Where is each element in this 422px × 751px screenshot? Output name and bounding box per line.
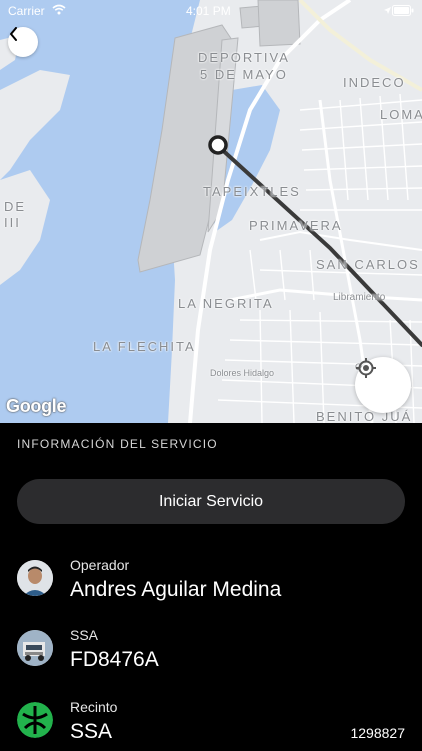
status-time: 4:01 PM [186, 4, 231, 18]
facility-name: SSA [70, 720, 113, 743]
map-label: LOMA [380, 107, 422, 122]
chevron-left-icon [10, 27, 17, 41]
battery-icon [392, 5, 414, 16]
map-label: PRIMAVERA [249, 218, 343, 233]
vehicle-plate: FD8476A [70, 648, 159, 671]
map-label: LA NEGRITA [178, 296, 274, 311]
map-label: III [4, 215, 21, 230]
vehicle-row: SSA FD8476A [0, 619, 422, 679]
operator-row: Operador Andres Aguilar Medina [0, 549, 422, 609]
back-button[interactable] [8, 27, 38, 57]
driver-avatar-icon [17, 560, 53, 596]
map-label: DEPORTIVA [198, 50, 290, 65]
map-road-label: Libramiento [333, 292, 386, 303]
map-label: DE [4, 199, 27, 214]
ssa-logo-icon [17, 702, 53, 738]
vehicle-label: SSA [70, 627, 99, 643]
map-view[interactable]: DEPORTIVA 5 DE MAYO INDECO LOMA TAPEIXTL… [0, 0, 422, 423]
map-label: SAN CARLOS [316, 257, 420, 272]
map-road-label: Dolores Hidalgo [210, 368, 275, 378]
facility-code: 1298827 [350, 725, 405, 741]
map-label: LA FLECHITA [93, 339, 196, 354]
operator-label: Operador [70, 557, 130, 573]
my-location-button[interactable] [355, 357, 411, 413]
map-label: 5 DE MAYO [200, 67, 288, 82]
location-arrow-icon [384, 7, 391, 14]
service-info-panel: INFORMACIÓN DEL SERVICIO Iniciar Servici… [0, 423, 422, 750]
map-label: INDECO [343, 75, 406, 90]
section-title: INFORMACIÓN DEL SERVICIO [17, 437, 218, 451]
carrier-label: Carrier [8, 4, 45, 18]
facility-row: Recinto SSA 1298827 [0, 691, 422, 751]
crosshair-icon [356, 358, 376, 378]
facility-label: Recinto [70, 699, 118, 715]
map-label: TAPEIXTLES [203, 184, 301, 199]
start-service-button[interactable]: Iniciar Servicio [17, 479, 405, 524]
google-logo: Google [6, 396, 67, 416]
operator-name: Andres Aguilar Medina [70, 578, 282, 601]
map-label: BENITO JUÁ [316, 409, 413, 423]
truck-avatar-icon [17, 630, 53, 666]
wifi-icon [52, 4, 66, 15]
status-bar: Carrier 4:01 PM [0, 0, 422, 22]
